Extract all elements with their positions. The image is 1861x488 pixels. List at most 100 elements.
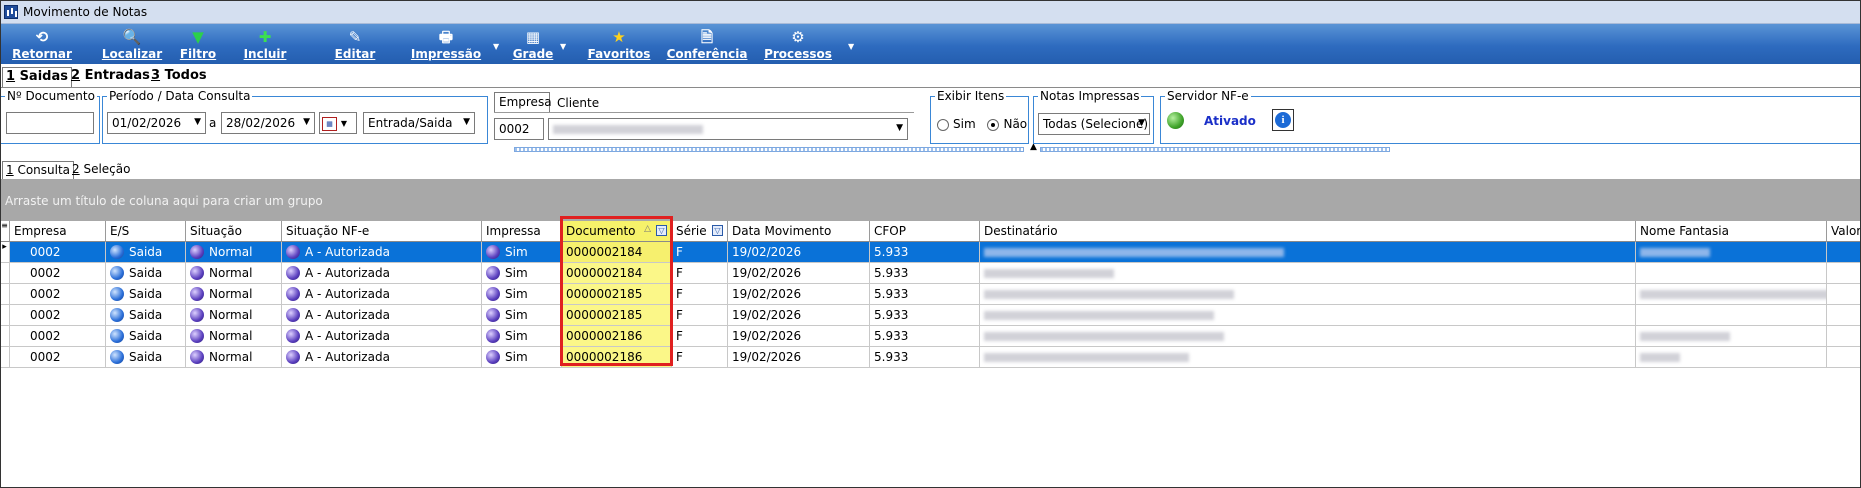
cell-valor[interactable] <box>1827 305 1861 326</box>
col-data-movimento[interactable]: Data Movimento <box>728 221 870 242</box>
movement-type-select[interactable]: Entrada/Saida ▼ <box>363 112 475 134</box>
cell-situacao-nfe[interactable]: A - Autorizada <box>282 326 482 347</box>
cell-valor[interactable] <box>1827 326 1861 347</box>
cell-situacao-nfe[interactable]: A - Autorizada <box>282 263 482 284</box>
col-serie[interactable]: Série ▽ <box>672 221 728 242</box>
cell-cfop[interactable]: 5.933 <box>870 305 980 326</box>
cell-data-movimento[interactable]: 19/02/2026 <box>728 284 870 305</box>
start-date-picker[interactable]: 01/02/2026 ▼ <box>107 112 206 134</box>
radio-sim[interactable]: Sim <box>937 117 976 131</box>
col-situacao[interactable]: Situação <box>186 221 282 242</box>
impressao-button[interactable]: 🖶 Impressão <box>410 24 482 64</box>
cell-impressa[interactable]: Sim <box>482 305 562 326</box>
cell-valor[interactable] <box>1827 284 1861 305</box>
cell-es[interactable]: Saida <box>106 347 186 368</box>
table-row[interactable]: 0002 Saida Normal A - Autorizada Sim 00000021… <box>0 305 1861 326</box>
cell-valor[interactable] <box>1827 347 1861 368</box>
cell-destinatario[interactable] <box>980 347 1636 368</box>
cell-situacao[interactable]: Normal <box>186 242 282 263</box>
cell-situacao-nfe[interactable]: A - Autorizada <box>282 242 482 263</box>
cell-impressa[interactable]: Sim <box>482 263 562 284</box>
cell-situacao[interactable]: Normal <box>186 263 282 284</box>
cliente-select[interactable]: ▼ <box>548 118 908 140</box>
col-nome-fantasia[interactable]: Nome Fantasia <box>1636 221 1827 242</box>
grade-button[interactable]: ▦ Grade <box>511 24 555 64</box>
info-button[interactable]: i <box>1272 109 1294 131</box>
table-row[interactable]: 0002 Saida Normal A - Autorizada Sim 00000021… <box>0 284 1861 305</box>
cell-documento[interactable]: 0000002185 <box>562 284 672 305</box>
cell-destinatario[interactable] <box>980 242 1636 263</box>
table-row[interactable]: 0002 Saida Normal A - Autorizada Sim 00000021… <box>0 326 1861 347</box>
editar-button[interactable]: ✎ Editar <box>335 24 376 64</box>
calendar-button[interactable]: ▦ ▼ <box>319 112 357 134</box>
col-documento[interactable]: Documento △ ▽ <box>562 221 672 242</box>
retornar-button[interactable]: ⟲ Retornar <box>12 24 72 64</box>
radio-nao[interactable]: Não <box>987 117 1027 131</box>
cell-es[interactable]: Saida <box>106 305 186 326</box>
cell-nome-fantasia[interactable] <box>1636 326 1827 347</box>
cell-nome-fantasia[interactable] <box>1636 242 1827 263</box>
cell-documento[interactable]: 0000002185 <box>562 305 672 326</box>
table-row[interactable]: 0002 Saida Normal A - Autorizada Sim 00000021… <box>0 347 1861 368</box>
group-by-panel[interactable]: Arraste um título de coluna aqui para cr… <box>0 179 1861 221</box>
col-situacao-nfe[interactable]: Situação NF-e <box>282 221 482 242</box>
tab-cliente[interactable]: Cliente <box>553 94 609 112</box>
cell-empresa[interactable]: 0002 <box>10 326 106 347</box>
cell-impressa[interactable]: Sim <box>482 242 562 263</box>
cell-documento[interactable]: 0000002186 <box>562 347 672 368</box>
splitter-handle[interactable] <box>514 147 1024 152</box>
grade-dropdown-icon[interactable]: ▼ <box>560 42 566 51</box>
incluir-button[interactable]: ✚ Incluir <box>243 24 287 64</box>
col-impressa[interactable]: Impressa <box>482 221 562 242</box>
cell-documento[interactable]: 0000002186 <box>562 326 672 347</box>
tab-saidas[interactable]: 1 Saidas <box>2 67 72 87</box>
col-empresa[interactable]: Empresa <box>10 221 106 242</box>
cell-situacao-nfe[interactable]: A - Autorizada <box>282 347 482 368</box>
cell-impressa[interactable]: Sim <box>482 326 562 347</box>
col-destinatario[interactable]: Destinatário <box>980 221 1636 242</box>
cell-destinatario[interactable] <box>980 326 1636 347</box>
cell-data-movimento[interactable]: 19/02/2026 <box>728 347 870 368</box>
cell-es[interactable]: Saida <box>106 263 186 284</box>
tab-selecao[interactable]: 2 Seleção <box>69 161 133 179</box>
cell-serie[interactable]: F <box>672 263 728 284</box>
cell-es[interactable]: Saida <box>106 326 186 347</box>
column-filter-icon[interactable]: ▽ <box>712 225 723 236</box>
localizar-button[interactable]: 🔍 Localizar <box>102 24 162 64</box>
cell-empresa[interactable]: 0002 <box>10 305 106 326</box>
tab-empresa[interactable]: Empresa <box>494 92 552 112</box>
cell-empresa[interactable]: 0002 <box>10 284 106 305</box>
cell-destinatario[interactable] <box>980 263 1636 284</box>
cell-serie[interactable]: F <box>672 326 728 347</box>
cell-serie[interactable]: F <box>672 305 728 326</box>
cell-serie[interactable]: F <box>672 347 728 368</box>
cell-empresa[interactable]: 0002 <box>10 242 106 263</box>
col-valor[interactable]: Valor <box>1827 221 1861 242</box>
tab-entradas[interactable]: 2 Entradas <box>68 67 153 87</box>
cell-situacao[interactable]: Normal <box>186 326 282 347</box>
cell-destinatario[interactable] <box>980 284 1636 305</box>
cell-empresa[interactable]: 0002 <box>10 263 106 284</box>
cell-situacao[interactable]: Normal <box>186 347 282 368</box>
processos-button[interactable]: ⚙ Processos <box>764 24 832 64</box>
filtro-button[interactable]: ▼ Filtro <box>180 24 216 64</box>
doc-number-input[interactable] <box>6 112 94 134</box>
table-row[interactable]: 0002 Saida Normal A - Autorizada Sim 00000021… <box>0 263 1861 284</box>
cell-cfop[interactable]: 5.933 <box>870 284 980 305</box>
cell-situacao[interactable]: Normal <box>186 305 282 326</box>
tab-todos[interactable]: 3 Todos <box>148 67 210 87</box>
column-chooser-icon[interactable]: ≡ <box>0 221 10 242</box>
col-es[interactable]: E/S <box>106 221 186 242</box>
favoritos-button[interactable]: ★ Favoritos <box>586 24 652 64</box>
cell-valor[interactable] <box>1827 263 1861 284</box>
row-indicator[interactable] <box>0 305 10 326</box>
cell-nome-fantasia[interactable] <box>1636 284 1827 305</box>
cell-nome-fantasia[interactable] <box>1636 347 1827 368</box>
cell-cfop[interactable]: 5.933 <box>870 263 980 284</box>
cell-situacao-nfe[interactable]: A - Autorizada <box>282 284 482 305</box>
cell-serie[interactable]: F <box>672 242 728 263</box>
row-indicator[interactable]: ▸ <box>0 242 10 263</box>
row-indicator[interactable] <box>0 347 10 368</box>
tab-consulta[interactable]: 1 Consulta <box>2 161 75 179</box>
cell-data-movimento[interactable]: 19/02/2026 <box>728 242 870 263</box>
